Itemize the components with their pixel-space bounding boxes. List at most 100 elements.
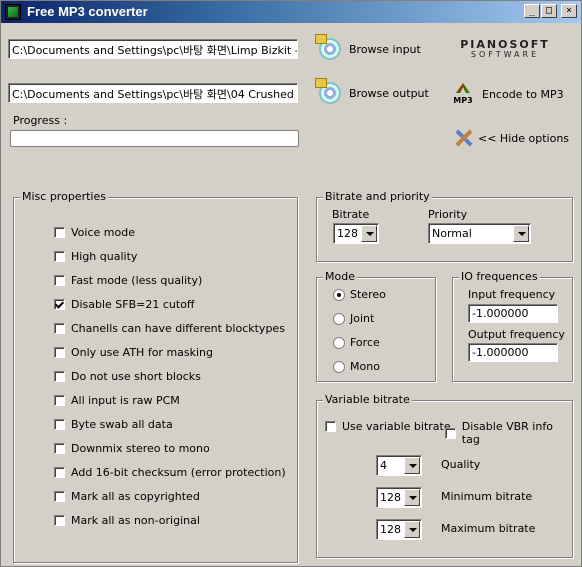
checkbox-box[interactable] (54, 515, 65, 526)
misc-option-checkbox[interactable]: All input is raw PCM (54, 394, 180, 407)
mode-radio-force[interactable]: Force (333, 336, 380, 349)
app-icon (5, 4, 21, 20)
radio-dot[interactable] (333, 360, 345, 373)
cd-folder-icon (315, 34, 341, 60)
checkbox-box[interactable] (54, 443, 65, 454)
cd-folder-icon (315, 78, 341, 104)
misc-option-checkbox[interactable]: Mark all as non-original (54, 514, 200, 527)
logo-line2: SOFTWARE (470, 50, 540, 59)
max-bitrate-value: 128 (380, 523, 401, 536)
minimize-button[interactable]: _ (524, 4, 540, 18)
input-frequency-label: Input frequency (468, 288, 556, 301)
misc-option-label: Mark all as copyrighted (71, 490, 200, 503)
disable-vbr-tag-label: Disable VBR info tag (461, 420, 553, 446)
use-vbr-checkbox[interactable]: Use variable bitrate (325, 420, 451, 433)
chevron-down-icon[interactable] (513, 225, 529, 242)
misc-option-checkbox[interactable]: Add 16-bit checksum (error protection) (54, 466, 286, 479)
misc-option-label: All input is raw PCM (71, 394, 180, 407)
chevron-down-icon[interactable] (361, 225, 377, 242)
quality-label: Quality (441, 458, 481, 471)
misc-option-checkbox[interactable]: Mark all as copyrighted (54, 490, 200, 503)
input-frequency-field[interactable]: -1.000000 (468, 304, 558, 323)
mode-option-label: Stereo (350, 288, 386, 301)
mode-group: Mode Stereo Joint Force Mono (316, 270, 436, 382)
bitrate-priority-title: Bitrate and priority (323, 190, 432, 203)
chevron-down-icon[interactable] (404, 457, 420, 474)
mode-radio-stereo[interactable]: Stereo (333, 288, 386, 301)
chevron-down-icon[interactable] (404, 521, 420, 538)
progress-label: Progress : (13, 114, 68, 127)
quality-select[interactable]: 4 (376, 455, 422, 476)
checkbox-box[interactable] (54, 275, 65, 286)
misc-option-label: Byte swab all data (71, 418, 173, 431)
browse-input-label: Browse input (349, 42, 421, 56)
app-window: Free MP3 converter _ □ × C:\Documents an… (0, 0, 582, 567)
checkbox-box[interactable] (54, 491, 65, 502)
disable-vbr-tag-checkbox[interactable]: Disable VBR info tag (445, 420, 572, 446)
checkbox-box[interactable] (54, 371, 65, 382)
window-title: Free MP3 converter (27, 4, 148, 19)
min-bitrate-value: 128 (380, 491, 401, 504)
radio-dot[interactable] (333, 336, 345, 349)
misc-option-label: Voice mode (71, 226, 135, 239)
checkbox-box[interactable] (54, 419, 65, 430)
checkbox-box[interactable] (54, 299, 65, 310)
misc-option-checkbox[interactable]: Fast mode (less quality) (54, 274, 202, 287)
checkbox-box[interactable] (54, 395, 65, 406)
misc-option-checkbox[interactable]: Byte swab all data (54, 418, 173, 431)
priority-label: Priority (428, 208, 468, 221)
input-path-field[interactable]: C:\Documents and Settings\pc\바탕 화면\Limp … (8, 39, 298, 59)
misc-option-checkbox[interactable]: Only use ATH for masking (54, 346, 213, 359)
output-frequency-label: Output frequency (468, 328, 565, 341)
misc-option-label: Only use ATH for masking (71, 346, 214, 359)
misc-option-checkbox[interactable]: Downmix stereo to mono (54, 442, 210, 455)
title-bar[interactable]: Free MP3 converter _ □ × (1, 1, 581, 23)
maximize-button[interactable]: □ (541, 4, 557, 18)
checkbox-box[interactable] (54, 251, 65, 262)
priority-select[interactable]: Normal (428, 223, 531, 244)
io-frequences-group: IO frequences Input frequency -1.000000 … (452, 270, 573, 382)
misc-option-label: Do not use short blocks (71, 370, 201, 383)
close-button[interactable]: × (561, 4, 577, 18)
browse-output-button[interactable]: Browse output (315, 78, 429, 104)
mode-title: Mode (323, 270, 357, 283)
radio-dot[interactable] (333, 288, 345, 301)
io-frequences-title: IO frequences (459, 270, 540, 283)
misc-option-checkbox[interactable]: Do not use short blocks (54, 370, 201, 383)
misc-option-checkbox[interactable]: Disable SFB=21 cutoff (54, 298, 195, 311)
checkbox-box[interactable] (54, 323, 65, 334)
misc-option-label: Disable SFB=21 cutoff (71, 298, 195, 311)
checkbox-box[interactable] (54, 347, 65, 358)
encode-button[interactable]: MP3 Encode to MP3 (452, 83, 563, 106)
browse-output-label: Browse output (349, 86, 429, 100)
tools-icon (452, 127, 474, 149)
bitrate-value: 128 (337, 227, 358, 240)
output-frequency-field[interactable]: -1.000000 (468, 343, 558, 362)
mp3-icon: MP3 (452, 83, 474, 105)
checkbox-box[interactable] (54, 467, 65, 478)
bitrate-label: Bitrate (332, 208, 370, 221)
chevron-down-icon[interactable] (404, 489, 420, 506)
min-bitrate-select[interactable]: 128 (376, 487, 422, 508)
max-bitrate-label: Maximum bitrate (441, 522, 536, 535)
hide-options-button[interactable]: << Hide options (452, 127, 569, 149)
browse-input-button[interactable]: Browse input (315, 34, 421, 60)
checkbox-box[interactable] (325, 421, 336, 432)
mode-radio-mono[interactable]: Mono (333, 360, 380, 373)
misc-option-checkbox[interactable]: High quality (54, 250, 137, 263)
misc-option-label: Downmix stereo to mono (71, 442, 210, 455)
max-bitrate-select[interactable]: 128 (376, 519, 422, 540)
misc-properties-title: Misc properties (20, 190, 108, 203)
bitrate-priority-group: Bitrate and priority Bitrate 128 Priorit… (316, 190, 573, 262)
misc-option-checkbox[interactable]: Voice mode (54, 226, 135, 239)
output-path-field[interactable]: C:\Documents and Settings\pc\바탕 화면\04 Cr… (8, 83, 298, 103)
use-vbr-label: Use variable bitrate (342, 420, 451, 433)
misc-option-checkbox[interactable]: Chanells can have different blocktypes (54, 322, 285, 335)
checkbox-box[interactable] (54, 227, 65, 238)
misc-option-label: Chanells can have different blocktypes (71, 322, 285, 335)
checkbox-box[interactable] (445, 427, 456, 439)
mode-radio-joint[interactable]: Joint (333, 312, 374, 325)
progress-bar (10, 130, 299, 147)
radio-dot[interactable] (333, 312, 345, 325)
bitrate-select[interactable]: 128 (333, 223, 379, 244)
